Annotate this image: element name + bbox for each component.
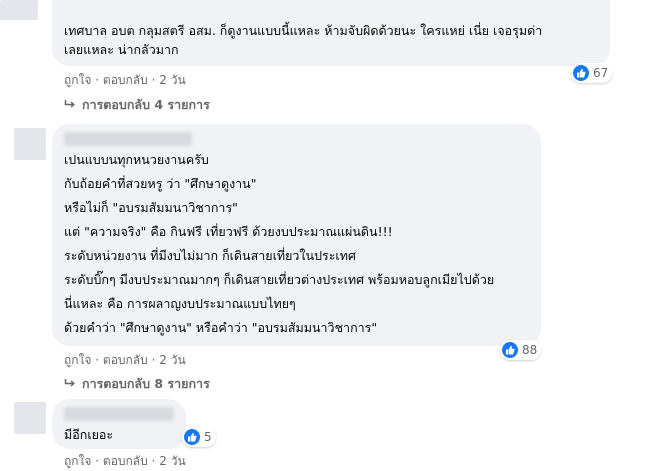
reply-button[interactable]: ตอบกลับ — [103, 353, 148, 367]
comment-text-line: มีอีกเยอะ — [64, 427, 114, 442]
view-replies-link[interactable]: การตอบกลับ 4 รายการ — [64, 95, 210, 115]
comment-bubble: เปนแบบนทุกหนวยงานครับ กับถ้อยคำที่สวยหรู… — [52, 124, 541, 346]
thumbs-up-icon — [573, 65, 589, 81]
comment-text-line: กับถ้อยคำที่สวยหรู ว่า "ศึกษาดูงาน" — [64, 176, 257, 191]
separator: · — [151, 73, 156, 87]
reaction-count: 5 — [204, 430, 212, 444]
comment-bubble: มีอีกเยอะ — [52, 399, 186, 449]
comment-actions: ถูกใจ · ตอบกลับ · 2 วัน — [64, 351, 186, 370]
comment-text-line: นี่แหละ คือ การผลาญงบประมาณแบบไทยๆ — [64, 296, 296, 311]
thumbs-up-icon — [184, 429, 200, 445]
avatar[interactable] — [14, 402, 46, 434]
reply-button[interactable]: ตอบกลับ — [103, 454, 148, 468]
replies-count-label: การตอบกลับ 4 รายการ — [82, 97, 210, 112]
comment-text-line: แต่ "ความจริง" คือ กินฟรี เที่ยวฟรี ด้วย… — [64, 224, 393, 239]
like-button[interactable]: ถูกใจ — [64, 454, 91, 468]
author-name[interactable] — [64, 407, 174, 421]
comment-bubble: เทศบาล อบต กลุมสตรี อสม. ก็ดูงานแบบนี้แห… — [52, 0, 610, 66]
thumbs-up-icon — [502, 342, 518, 358]
avatar[interactable] — [14, 128, 46, 160]
comment-timestamp[interactable]: 2 วัน — [159, 353, 185, 367]
avatar[interactable] — [0, 0, 38, 20]
separator: · — [95, 454, 100, 468]
comment-text-line: เลยแหละ น่ากลัวมาก — [64, 42, 179, 57]
comment-text-line: ด้วยคำว่า "ศึกษาดูงาน" หรือคำว่า "อบรมสั… — [64, 320, 378, 335]
comment-text-line: เทศบาล อบต กลุมสตรี อสม. ก็ดูงานแบบนี้แห… — [64, 23, 543, 38]
comment-text-line: หรือไม่ก็ "อบรมสัมมนาวิชาการ" — [64, 200, 238, 215]
comment-actions: ถูกใจ · ตอบกลับ · 2 วัน — [64, 71, 186, 90]
separator: · — [151, 454, 156, 468]
comment-timestamp[interactable]: 2 วัน — [159, 73, 185, 87]
like-button[interactable]: ถูกใจ — [64, 73, 91, 87]
comment-text-line: ระดับหน่วยงาน ที่มีงบไม่มาก ก็เดินสายเที… — [64, 248, 356, 263]
reply-button[interactable]: ตอบกลับ — [103, 73, 148, 87]
comment-timestamp[interactable]: 2 วัน — [159, 454, 185, 468]
reply-arrow-icon — [64, 376, 76, 391]
replies-count-label: การตอบกลับ 8 รายการ — [82, 376, 210, 391]
reaction-summary[interactable]: 88 — [500, 340, 542, 360]
separator: · — [95, 73, 100, 87]
separator: · — [95, 353, 100, 367]
like-button[interactable]: ถูกใจ — [64, 353, 91, 367]
author-name[interactable] — [64, 132, 192, 146]
separator: · — [151, 353, 156, 367]
view-replies-link[interactable]: การตอบกลับ 8 รายการ — [64, 374, 210, 394]
comment-text-line: ระดับบิ๊กๆ มีงบประมาณมากๆ ก็เดินสายเที่ย… — [64, 272, 495, 287]
comment-actions: ถูกใจ · ตอบกลับ · 2 วัน — [64, 452, 186, 471]
reaction-summary[interactable]: 5 — [182, 427, 216, 447]
reaction-summary[interactable]: 67 — [571, 63, 613, 83]
comment-text-line: เปนแบบนทุกหนวยงานครับ — [64, 152, 209, 167]
reaction-count: 88 — [522, 343, 538, 357]
reply-arrow-icon — [64, 97, 76, 112]
reaction-count: 67 — [593, 66, 609, 80]
